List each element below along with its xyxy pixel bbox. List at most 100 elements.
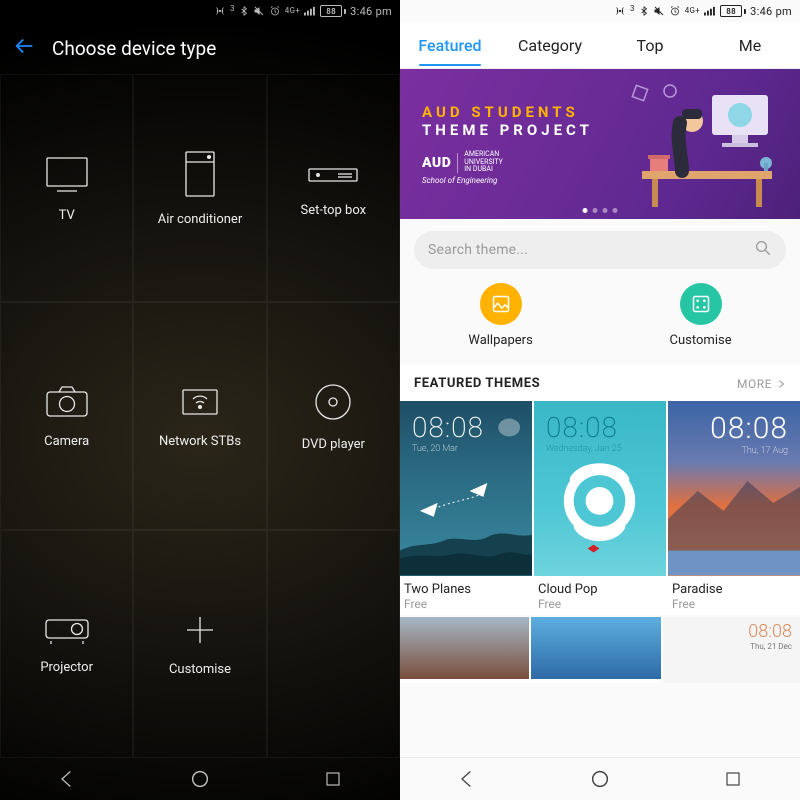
mute-icon [653,5,665,17]
device-grid: TV Air conditioner Set-top box Camera Ne… [0,74,400,758]
theme-price: Free [668,597,800,615]
device-tv[interactable]: TV [0,74,133,302]
nav-recent-button[interactable] [310,766,356,792]
search-icon [754,239,772,261]
status-clock: 3:46 pm [750,5,792,18]
device-camera[interactable]: Camera [0,302,133,530]
device-label: Network STBs [159,434,241,449]
battery-indicator: 88 [720,5,746,17]
hero-pager-dots [583,208,618,213]
device-label: Set-top box [301,203,367,218]
device-stb[interactable]: Set-top box [267,74,400,302]
hotspot-count: 3 [230,4,235,13]
mute-icon [253,5,265,17]
theme-preview: 08:08Thu, 17 Aug [668,401,800,576]
device-label: Customise [169,662,231,677]
device-label: Camera [44,434,89,449]
tab-label: Featured [418,36,481,55]
theme-card[interactable]: 08:08Wednesday, Jan 25 Cloud Pop Free [534,401,666,615]
alarm-icon [269,5,281,17]
device-picker-screen: 3 4G+ 88 3:46 pm Choose device type TV A… [0,0,400,800]
bluetooth-icon [239,5,249,17]
themes-row-2: 08:08 Thu, 21 Dec [400,617,800,683]
search-bar[interactable]: Search theme... [414,231,786,269]
ac-icon [182,150,218,198]
hotspot-icon [214,5,226,17]
hero-brand: AUD [422,155,451,171]
alarm-icon [669,5,681,17]
device-customise[interactable]: Customise [133,530,266,758]
battery-level: 88 [720,5,742,17]
content-scroll[interactable]: AUD STUDENTS THEME PROJECT AUD AMERICAN … [400,69,800,757]
back-icon[interactable] [14,35,36,61]
section-more[interactable]: MORE [737,377,786,391]
theme-name: Two Planes [400,576,532,597]
device-ac[interactable]: Air conditioner [133,74,266,302]
quick-customise[interactable]: Customise [670,283,732,348]
empty-cell [267,530,400,758]
nav-bar-right [400,757,800,800]
hotspot-count: 3 [630,4,635,13]
signal-icon [704,6,716,16]
theme-card[interactable] [531,617,660,679]
network-type: 4G+ [285,7,300,15]
device-label: DVD player [302,437,365,452]
nav-bar-left [0,758,400,800]
device-dvd[interactable]: DVD player [267,302,400,530]
nav-home-button[interactable] [577,766,623,792]
quick-wallpapers[interactable]: Wallpapers [468,283,532,348]
screenshot-pair: 3 4G+ 88 3:46 pm Choose device type TV A… [0,0,800,800]
plus-icon [182,612,218,648]
featured-themes-row: 08:08Tue, 20 Mar Two Planes Free 08:08We… [400,401,800,615]
nav-back-button[interactable] [444,766,490,792]
device-label: Air conditioner [158,212,242,227]
top-tabs: Featured Category Top Me [400,22,800,69]
hero-illustration [622,79,782,209]
stb-icon [306,159,360,189]
nav-back-button[interactable] [44,766,90,792]
quick-label: Customise [670,333,732,348]
page-title: Choose device type [52,37,216,60]
status-clock: 3:46 pm [350,5,392,18]
theme-card[interactable] [400,617,529,679]
tab-me[interactable]: Me [700,26,800,65]
theme-price: Free [400,597,532,615]
tab-label: Category [518,36,582,55]
hero-banner[interactable]: AUD STUDENTS THEME PROJECT AUD AMERICAN … [400,69,800,219]
section-header: FEATURED THEMES MORE [400,364,800,401]
wallpapers-icon [480,283,522,325]
theme-store-screen: 3 4G+ 88 3:46 pm Featured Category Top M… [400,0,800,800]
theme-card[interactable]: 08:08Thu, 17 Aug Paradise Free [668,401,800,615]
tab-category[interactable]: Category [500,26,600,65]
tab-featured[interactable]: Featured [400,26,500,65]
preview-clock: 08:08 [748,621,792,642]
tv-icon [43,154,91,194]
search-placeholder: Search theme... [428,242,744,258]
hero-brand-sub: AMERICAN UNIVERSITY IN DUBAI [464,151,503,173]
tab-label: Top [637,36,664,55]
device-projector[interactable]: Projector [0,530,133,758]
tab-top[interactable]: Top [600,26,700,65]
theme-card[interactable]: 08:08Tue, 20 Mar Two Planes Free [400,401,532,615]
title-bar: Choose device type [0,22,400,74]
camera-icon [44,384,90,420]
projector-icon [42,614,92,646]
network-stb-icon [178,384,222,420]
theme-card[interactable]: 08:08 Thu, 21 Dec [663,617,800,683]
theme-preview: 08:08Wednesday, Jan 25 [534,401,666,576]
quick-actions: Wallpapers Customise [400,283,800,364]
nav-home-button[interactable] [177,766,223,792]
device-network-stb[interactable]: Network STBs [133,302,266,530]
battery-level: 88 [320,5,342,17]
tab-label: Me [739,36,761,55]
status-bar-right: 3 4G+ 88 3:46 pm [400,0,800,22]
signal-icon [304,6,316,16]
bluetooth-icon [639,5,649,17]
status-bar-left: 3 4G+ 88 3:46 pm [0,0,400,22]
customise-icon [680,283,722,325]
section-title: FEATURED THEMES [414,376,540,391]
nav-recent-button[interactable] [710,766,756,792]
preview-date: Thu, 21 Dec [750,642,792,651]
device-label: TV [59,208,75,223]
theme-price: Free [534,597,666,615]
